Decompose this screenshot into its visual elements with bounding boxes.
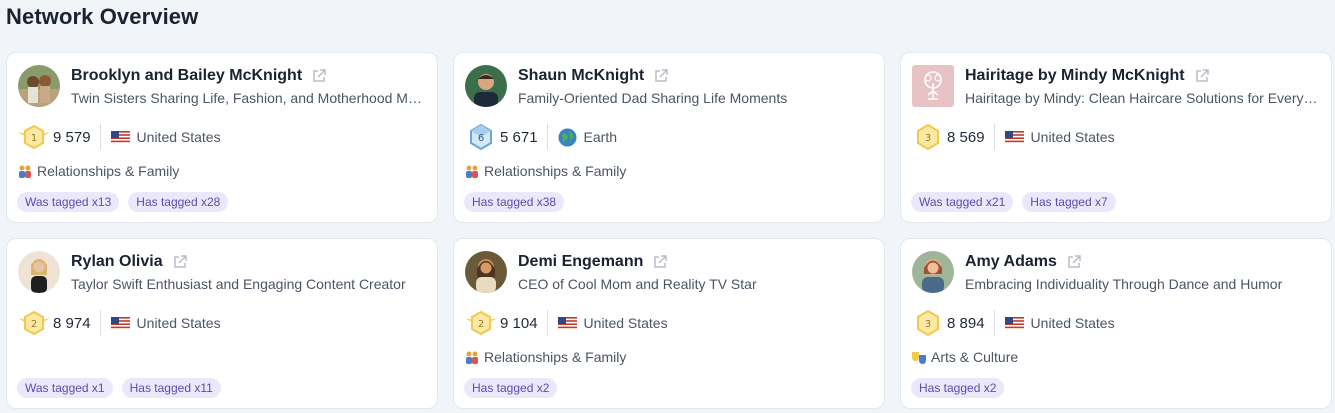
profile-description: Twin Sisters Sharing Life, Fashion, and … [71, 90, 427, 106]
theater-masks-icon [911, 349, 927, 365]
profile-card[interactable]: Brooklyn and Bailey McKnight Twin Sister… [6, 52, 438, 223]
profile-description: Family-Oriented Dad Sharing Life Moments [518, 90, 788, 106]
follower-count: 8 894 [947, 314, 985, 332]
category-label: Arts & Culture [931, 349, 1019, 365]
family-icon [17, 163, 33, 179]
profile-card[interactable]: Hairitage by Mindy McKnight Hairitage by… [900, 52, 1332, 223]
level-badge: 2 [17, 310, 51, 336]
network-grid: Brooklyn and Bailey McKnight Twin Sister… [6, 52, 1333, 409]
level-badge: 3 [911, 310, 945, 336]
level-number: 2 [478, 319, 484, 330]
family-icon [464, 163, 480, 179]
tag-pill[interactable]: Has tagged x2 [911, 378, 1005, 398]
category: Arts & Culture [911, 349, 1018, 365]
level-badge: 1 [17, 124, 51, 150]
category: Relationships & Family [17, 163, 179, 179]
divider [546, 124, 548, 150]
external-link-icon[interactable] [653, 68, 669, 84]
location: United States [1030, 129, 1115, 145]
tag-pill[interactable]: Has tagged x11 [121, 378, 221, 398]
category: Relationships & Family [464, 349, 626, 365]
external-link-icon[interactable] [1066, 254, 1082, 270]
profile-name[interactable]: Rylan Olivia [71, 253, 163, 271]
tag-pill[interactable]: Was tagged x13 [17, 192, 120, 212]
us-flag-icon [557, 316, 577, 330]
divider [99, 124, 101, 150]
profile-description: CEO of Cool Mom and Reality TV Star [518, 276, 757, 292]
follower-count: 9 104 [500, 314, 538, 332]
divider [99, 310, 101, 336]
tag-pill[interactable]: Was tagged x1 [17, 378, 113, 398]
us-flag-icon [1004, 130, 1024, 144]
profile-name[interactable]: Demi Engemann [518, 253, 643, 271]
category-label: Relationships & Family [484, 349, 627, 365]
page-title: Network Overview [6, 4, 199, 29]
follower-count: 8 974 [53, 314, 91, 332]
profile-description: Taylor Swift Enthusiast and Engaging Con… [71, 276, 406, 292]
level-badge: 3 [911, 124, 945, 150]
level-number: 1 [31, 133, 37, 144]
category-label: Relationships & Family [484, 163, 627, 179]
family-icon [464, 349, 480, 365]
level-number: 3 [925, 319, 931, 330]
avatar[interactable] [465, 251, 507, 293]
external-link-icon[interactable] [172, 254, 188, 270]
profile-description: Hairitage by Mindy: Clean Haircare Solut… [965, 90, 1321, 106]
follower-count: 5 671 [500, 128, 538, 146]
location: United States [136, 129, 221, 145]
profile-card[interactable]: Shaun McKnight Family-Oriented Dad Shari… [453, 52, 885, 223]
profile-card[interactable]: Demi Engemann CEO of Cool Mom and Realit… [453, 238, 885, 409]
tag-pill[interactable]: Has tagged x2 [464, 378, 558, 398]
tag-pill[interactable]: Was tagged x21 [911, 192, 1014, 212]
location: United States [583, 315, 668, 331]
avatar[interactable] [912, 65, 954, 107]
avatar[interactable] [912, 251, 954, 293]
avatar[interactable] [18, 65, 60, 107]
level-number: 2 [31, 319, 37, 330]
tag-pill[interactable]: Has tagged x38 [464, 192, 565, 212]
level-number: 3 [925, 133, 931, 144]
us-flag-icon [110, 130, 130, 144]
avatar[interactable] [465, 65, 507, 107]
divider [993, 310, 995, 336]
level-number: 6 [478, 133, 484, 144]
profile-card[interactable]: Amy Adams Embracing Individuality Throug… [900, 238, 1332, 409]
us-flag-icon [1004, 316, 1024, 330]
level-badge: 2 [464, 310, 498, 336]
globe-icon [558, 128, 577, 146]
follower-count: 8 569 [947, 128, 985, 146]
external-link-icon[interactable] [311, 68, 327, 84]
profile-description: Embracing Individuality Through Dance an… [965, 276, 1283, 292]
tag-pill[interactable]: Has tagged x7 [1022, 192, 1116, 212]
level-badge: 6 [464, 124, 498, 150]
location: Earth [583, 129, 618, 145]
tag-pill[interactable]: Has tagged x28 [128, 192, 229, 212]
divider [993, 124, 995, 150]
profile-name[interactable]: Brooklyn and Bailey McKnight [71, 67, 302, 85]
category: Relationships & Family [464, 163, 626, 179]
us-flag-icon [110, 316, 130, 330]
location: United States [1030, 315, 1115, 331]
divider [546, 310, 548, 336]
location: United States [136, 315, 221, 331]
profile-card[interactable]: Rylan Olivia Taylor Swift Enthusiast and… [6, 238, 438, 409]
profile-name[interactable]: Shaun McKnight [518, 67, 644, 85]
avatar[interactable] [18, 251, 60, 293]
external-link-icon[interactable] [1194, 68, 1210, 84]
category-label: Relationships & Family [37, 163, 180, 179]
external-link-icon[interactable] [652, 254, 668, 270]
profile-name[interactable]: Amy Adams [965, 253, 1057, 271]
profile-name[interactable]: Hairitage by Mindy McKnight [965, 67, 1185, 85]
follower-count: 9 579 [53, 128, 91, 146]
